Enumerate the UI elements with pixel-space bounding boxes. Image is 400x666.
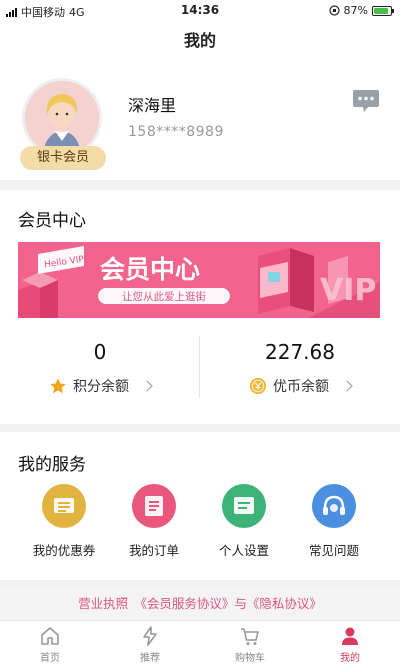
help-headset-icon: [312, 484, 356, 528]
tab-label: 首页: [40, 653, 60, 664]
banner-slogan: 让您从此爱上逛街: [122, 290, 206, 303]
tab-home[interactable]: 首页: [0, 625, 100, 664]
service-label: 个人设置: [218, 543, 269, 558]
service-label: 常见问题: [308, 543, 359, 558]
orientation-lock-icon: [328, 5, 340, 16]
service-coupons[interactable]: 我的优惠券: [14, 484, 114, 559]
coin-icon: [249, 377, 267, 395]
coupon-icon: [42, 484, 86, 528]
service-orders[interactable]: 我的订单: [104, 484, 204, 559]
points-value: 0: [93, 340, 107, 364]
services-title: 我的服务: [18, 455, 86, 475]
tab-bar: 首页 推荐 购物车 我的: [0, 620, 400, 666]
coins-value: 227.68: [265, 340, 335, 364]
person-icon: [342, 627, 358, 645]
tab-mine[interactable]: 我的: [300, 625, 400, 664]
lightning-icon: [143, 626, 157, 646]
coins-balance[interactable]: 227.68 优币余额: [200, 330, 400, 410]
tab-label: 购物车: [235, 653, 265, 664]
chevron-right-icon: [341, 380, 353, 392]
balance-stats: 0 积分余额 227.68 优币余额: [0, 330, 400, 410]
home-icon: [41, 627, 59, 645]
points-balance[interactable]: 0 积分余额: [0, 330, 200, 410]
profile-card: 银卡会员 深海里 158****8989: [0, 62, 400, 180]
tab-label: 推荐: [140, 653, 160, 664]
service-label: 我的优惠券: [32, 543, 96, 558]
message-icon[interactable]: [352, 88, 380, 114]
order-icon: [132, 484, 176, 528]
tab-cart[interactable]: 购物车: [200, 625, 300, 664]
status-bar: 中国移动 4G 14:36 87%: [0, 0, 400, 22]
vip-banner[interactable]: Hello VIP! 会员中心 让您从此爱上逛街 VIP: [18, 242, 380, 318]
page-title: 我的: [0, 22, 400, 62]
phone-number: 158****8989: [128, 124, 224, 140]
battery-percent: 87%: [343, 4, 368, 17]
member-center-title: 会员中心: [18, 211, 86, 231]
service-label: 我的订单: [128, 543, 179, 558]
cart-icon: [241, 628, 259, 645]
member-center-section: 会员中心 Hello VIP! 会员中心 让您从此爱上逛街 VIP 0 积分余额: [0, 190, 400, 424]
chevron-right-icon: [141, 380, 153, 392]
username: 深海里: [128, 96, 177, 115]
service-faq[interactable]: 常见问题: [284, 484, 384, 559]
star-icon: [50, 378, 66, 394]
settings-icon: [222, 484, 266, 528]
services-grid: 我的优惠券 我的订单 个人设置 常见问题: [0, 484, 400, 570]
points-label: 积分余额: [73, 379, 129, 395]
coins-label: 优币余额: [273, 379, 329, 395]
member-badge[interactable]: 银卡会员: [20, 146, 106, 170]
tab-label: 我的: [340, 653, 360, 664]
tab-recommend[interactable]: 推荐: [100, 625, 200, 664]
legal-links[interactable]: 营业执照 《会员服务协议》与《隐私协议》: [0, 588, 400, 620]
services-section: 我的服务 我的优惠券 我的订单 个人设置 常见问题: [0, 432, 400, 580]
battery-icon: [372, 5, 394, 16]
banner-brand-letters: VIP: [320, 273, 376, 308]
avatar-illustration: [25, 81, 99, 155]
banner-headline: 会员中心: [100, 255, 200, 284]
service-settings[interactable]: 个人设置: [194, 484, 294, 559]
